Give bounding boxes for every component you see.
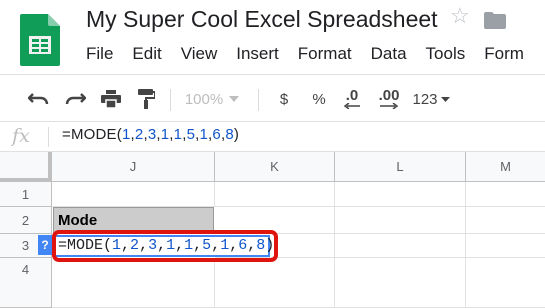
menu-view[interactable]: View	[181, 42, 218, 66]
formula-token: ,	[247, 237, 257, 254]
formula-number: 2	[130, 237, 140, 254]
zoom-select[interactable]: 100%	[180, 75, 244, 123]
formula-number: 8	[256, 237, 266, 254]
cell-k2[interactable]	[215, 207, 335, 234]
print-button[interactable]	[96, 75, 126, 123]
cell-j2[interactable]: Mode	[53, 207, 214, 233]
decrease-decimal-label: .0	[345, 87, 359, 104]
spreadsheet-grid: J K L M 1 2 3 4 Mode ? =MODE(1,2,3,1,1,5…	[0, 152, 545, 308]
row-header-2[interactable]: 2	[0, 207, 52, 234]
menu-insert[interactable]: Insert	[236, 42, 279, 66]
more-formats-label: 123	[412, 90, 438, 108]
menu-bar: File Edit View Insert Format Data Tools …	[86, 42, 543, 66]
cell-j1[interactable]	[52, 182, 215, 207]
cell-l4[interactable]	[335, 258, 466, 308]
formula-bar-separator	[48, 127, 49, 147]
cell-l2[interactable]	[335, 207, 466, 234]
cell-j3-text[interactable]: =MODE(1,2,3,1,1,5,1,6,8)	[58, 236, 274, 256]
document-title[interactable]: My Super Cool Excel Spreadsheet	[86, 6, 438, 33]
cell-m3[interactable]	[466, 234, 545, 258]
paint-format-button[interactable]	[131, 75, 161, 123]
formula-token: ,	[175, 237, 185, 254]
star-icon[interactable]: ☆	[450, 5, 470, 27]
column-header-m[interactable]: M	[466, 152, 545, 182]
percent-format-button[interactable]: %	[306, 75, 332, 123]
formula-token: ,	[139, 237, 149, 254]
arrow-right-icon	[380, 103, 398, 109]
increase-decimal-button[interactable]: .00	[372, 75, 406, 123]
formula-number: 1	[220, 237, 230, 254]
formula-token: ,	[193, 237, 203, 254]
menu-form[interactable]: Form	[484, 42, 524, 66]
more-formats-button[interactable]: 123	[410, 75, 452, 123]
formula-token: =MODE(	[62, 126, 122, 143]
cell-l1[interactable]	[335, 182, 466, 207]
cell-m2[interactable]	[466, 207, 545, 234]
arrow-left-icon	[344, 103, 360, 109]
zoom-dropdown-icon	[229, 96, 240, 102]
undo-button[interactable]	[24, 75, 54, 123]
percent-label: %	[312, 90, 326, 108]
toolbar-separator	[170, 89, 171, 111]
fx-icon: fx	[12, 125, 30, 147]
column-header-l[interactable]: L	[335, 152, 466, 182]
row-header-1[interactable]: 1	[0, 182, 52, 207]
formula-token: )	[265, 237, 275, 254]
help-icon[interactable]: ?	[38, 235, 52, 255]
toolbar: 100% $ % .0 .00 123	[0, 74, 545, 122]
formula-number: 5	[202, 237, 212, 254]
formula-number: 1	[173, 126, 183, 143]
menu-edit[interactable]: Edit	[132, 42, 161, 66]
dropdown-caret-icon	[440, 96, 450, 102]
undo-icon	[28, 93, 49, 105]
cell-m4[interactable]	[466, 258, 545, 308]
currency-label: $	[279, 90, 289, 108]
increase-decimal-label: .00	[378, 87, 400, 104]
column-header-k[interactable]: K	[215, 152, 335, 182]
formula-token: ,	[121, 237, 131, 254]
formula-number: 6	[212, 126, 221, 143]
menu-format[interactable]: Format	[298, 42, 352, 66]
formula-token: ,	[229, 237, 239, 254]
cell-l3[interactable]	[335, 234, 466, 258]
formula-number: 8	[225, 126, 234, 143]
redo-button[interactable]	[60, 75, 90, 123]
formula-token: )	[233, 126, 240, 143]
decrease-decimal-button[interactable]: .0	[338, 75, 366, 123]
redo-icon	[65, 93, 86, 105]
formula-token: =MODE(	[58, 237, 113, 254]
print-icon	[101, 90, 121, 108]
paint-format-icon	[138, 89, 155, 109]
formula-number: 1	[112, 237, 122, 254]
formula-number: 1	[184, 237, 194, 254]
menu-tools[interactable]: Tools	[426, 42, 466, 66]
menu-data[interactable]: Data	[371, 42, 407, 66]
formula-number: 1	[121, 126, 131, 143]
formula-number: 1	[199, 126, 209, 143]
formula-token: ,	[211, 237, 221, 254]
formula-number: 3	[148, 237, 158, 254]
formula-number: 1	[166, 237, 176, 254]
sheets-logo-icon[interactable]	[20, 14, 60, 66]
formula-input[interactable]: =MODE(1,2,3,1,1,5,1,6,8)	[62, 126, 239, 143]
zoom-value: 100%	[184, 90, 224, 108]
cell-m1[interactable]	[466, 182, 545, 207]
toolbar-separator	[258, 89, 259, 111]
formula-number: 1	[160, 126, 170, 143]
cell-j4[interactable]	[52, 258, 215, 308]
cell-k4[interactable]	[215, 258, 335, 308]
formula-number: 5	[186, 126, 196, 143]
menu-file[interactable]: File	[86, 42, 113, 66]
cell-k1[interactable]	[215, 182, 335, 207]
row-header-4[interactable]: 4	[0, 258, 52, 308]
folder-icon[interactable]	[484, 12, 506, 29]
currency-format-button[interactable]: $	[274, 75, 294, 123]
formula-number: 6	[238, 237, 248, 254]
select-all-corner[interactable]	[0, 152, 52, 182]
formula-token: ,	[157, 237, 167, 254]
column-header-j[interactable]: J	[52, 152, 215, 182]
formula-bar: fx =MODE(1,2,3,1,1,5,1,6,8)	[0, 122, 545, 152]
